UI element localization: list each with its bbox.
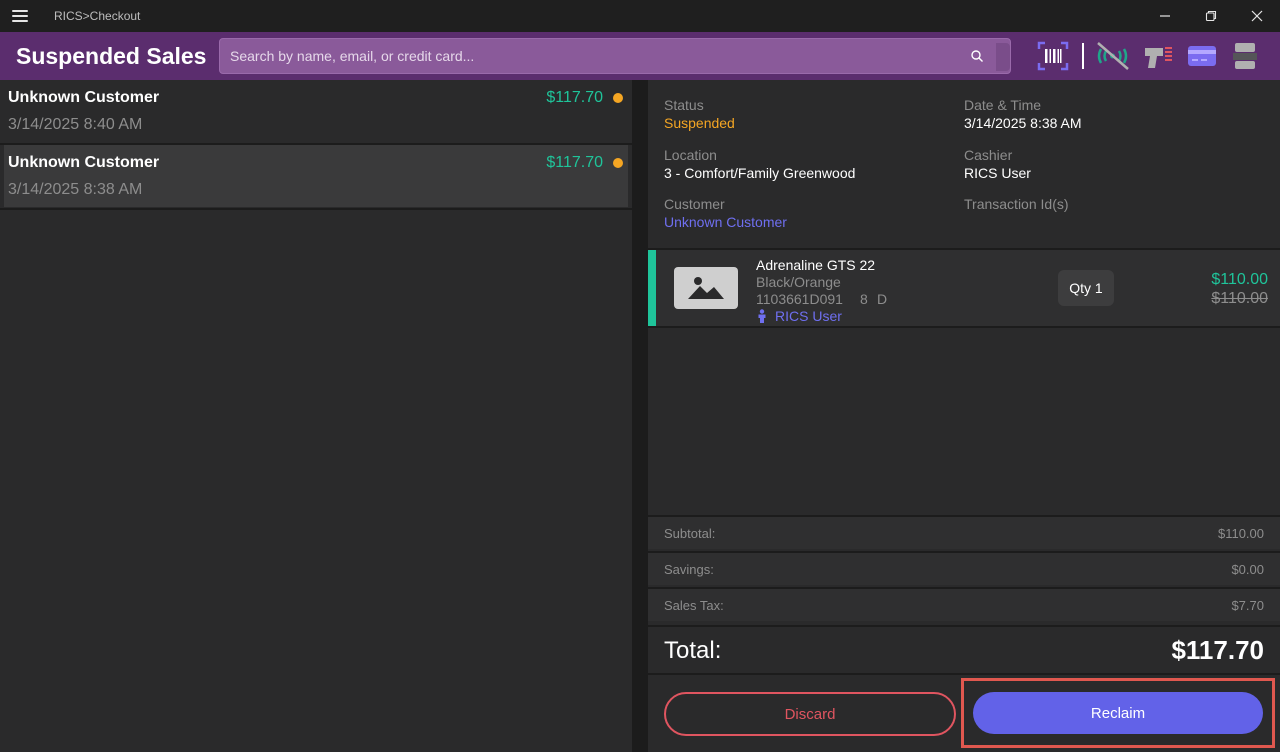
sale-list-item[interactable]: Unknown Customer 3/14/2025 8:40 AM $117.…	[4, 80, 628, 142]
window-title: RICS>Checkout	[54, 9, 141, 23]
discard-button[interactable]: Discard	[664, 692, 956, 736]
datetime-value: 3/14/2025 8:38 AM	[964, 115, 1082, 131]
savings-value: $0.00	[1231, 562, 1264, 577]
item-width: D	[877, 291, 888, 307]
cashier-value: RICS User	[964, 165, 1031, 181]
sale-customer-name: Unknown Customer	[8, 154, 160, 171]
cashier-label: Cashier	[964, 147, 1013, 163]
barcode-scanner-button[interactable]	[1036, 40, 1070, 72]
printer-icon	[1233, 43, 1257, 69]
receipt-printer-button[interactable]	[1230, 40, 1260, 72]
total-row: Total: $117.70	[648, 625, 1280, 675]
card-reader-button[interactable]	[1186, 40, 1218, 72]
savings-label: Savings:	[664, 562, 714, 577]
customer-label: Customer	[664, 196, 725, 212]
search-input[interactable]	[230, 39, 950, 73]
salesperson-link[interactable]: RICS User	[775, 308, 842, 324]
item-sku: 1103661D091	[756, 291, 843, 307]
list-divider	[0, 208, 632, 210]
sale-details-panel: Status Suspended Date & Time 3/14/2025 8…	[648, 80, 1280, 752]
minimize-icon	[1160, 15, 1170, 17]
subtotal-row: Subtotal: $110.00	[648, 515, 1280, 549]
item-variant: Black/Orange	[756, 274, 841, 290]
panel-divider	[632, 80, 648, 752]
transaction-id-label: Transaction Id(s)	[964, 196, 1069, 212]
header-divider	[1080, 40, 1086, 72]
subtotal-value: $110.00	[1217, 526, 1264, 541]
sale-status-dot	[613, 93, 623, 103]
page-title: Suspended Sales	[16, 43, 207, 69]
search-icon[interactable]	[970, 49, 984, 63]
barcode-icon	[1037, 41, 1069, 71]
contactless-off-icon	[1097, 42, 1129, 70]
line-item-accent	[648, 250, 656, 326]
hamburger-menu-icon[interactable]	[12, 10, 28, 22]
handheld-scanner-button[interactable]	[1142, 40, 1174, 72]
location-value: 3 - Comfort/Family Greenwood	[664, 165, 856, 181]
salesperson-icon	[758, 309, 766, 323]
sale-date: 3/14/2025 8:38 AM	[8, 181, 143, 198]
minimize-button[interactable]	[1142, 0, 1188, 32]
reclaim-button[interactable]: Reclaim	[973, 692, 1263, 734]
status-label: Status	[664, 97, 704, 113]
title-bar: RICS>Checkout	[0, 0, 1280, 32]
item-name: Adrenaline GTS 22	[756, 257, 876, 273]
restore-button[interactable]	[1188, 0, 1234, 32]
item-original-price: $110.00	[1211, 290, 1268, 307]
sale-customer-name: Unknown Customer	[8, 89, 160, 106]
reclaim-highlight: Reclaim	[961, 678, 1275, 748]
page-header: Suspended Sales	[0, 32, 1280, 80]
sale-amount: $117.70	[546, 154, 603, 171]
image-icon	[688, 277, 724, 299]
restore-icon	[1205, 10, 1217, 22]
close-icon	[1251, 10, 1263, 22]
sale-date: 3/14/2025 8:40 AM	[8, 116, 143, 133]
line-item-row[interactable]: Adrenaline GTS 22 Black/Orange 1103661D0…	[648, 248, 1280, 328]
sale-list-item-selected[interactable]: Unknown Customer 3/14/2025 8:38 AM $117.…	[4, 145, 628, 207]
sale-amount: $117.70	[546, 89, 603, 106]
contactless-disabled-button[interactable]	[1094, 40, 1132, 72]
close-button[interactable]	[1234, 0, 1280, 32]
datetime-label: Date & Time	[964, 97, 1042, 113]
location-label: Location	[664, 147, 717, 163]
search-box	[219, 38, 1011, 74]
customer-link[interactable]: Unknown Customer	[664, 214, 787, 230]
sales-tax-value: $7.70	[1231, 598, 1264, 613]
search-handle	[996, 43, 1010, 71]
quantity-button[interactable]: Qty 1	[1058, 270, 1114, 306]
sales-tax-label: Sales Tax:	[664, 598, 724, 613]
savings-row: Savings: $0.00	[648, 551, 1280, 585]
sales-tax-row: Sales Tax: $7.70	[648, 587, 1280, 621]
product-image-placeholder	[674, 267, 738, 309]
credit-card-icon	[1188, 46, 1216, 66]
item-size: 8	[860, 291, 868, 307]
subtotal-label: Subtotal:	[664, 526, 716, 541]
sale-status-dot	[613, 158, 623, 168]
total-label: Total:	[664, 637, 722, 664]
status-value: Suspended	[664, 115, 735, 131]
scanner-gun-icon	[1145, 47, 1172, 68]
item-price: $110.00	[1211, 271, 1268, 288]
suspended-sales-list: Unknown Customer 3/14/2025 8:40 AM $117.…	[0, 80, 632, 752]
total-value: $117.70	[1171, 635, 1264, 665]
